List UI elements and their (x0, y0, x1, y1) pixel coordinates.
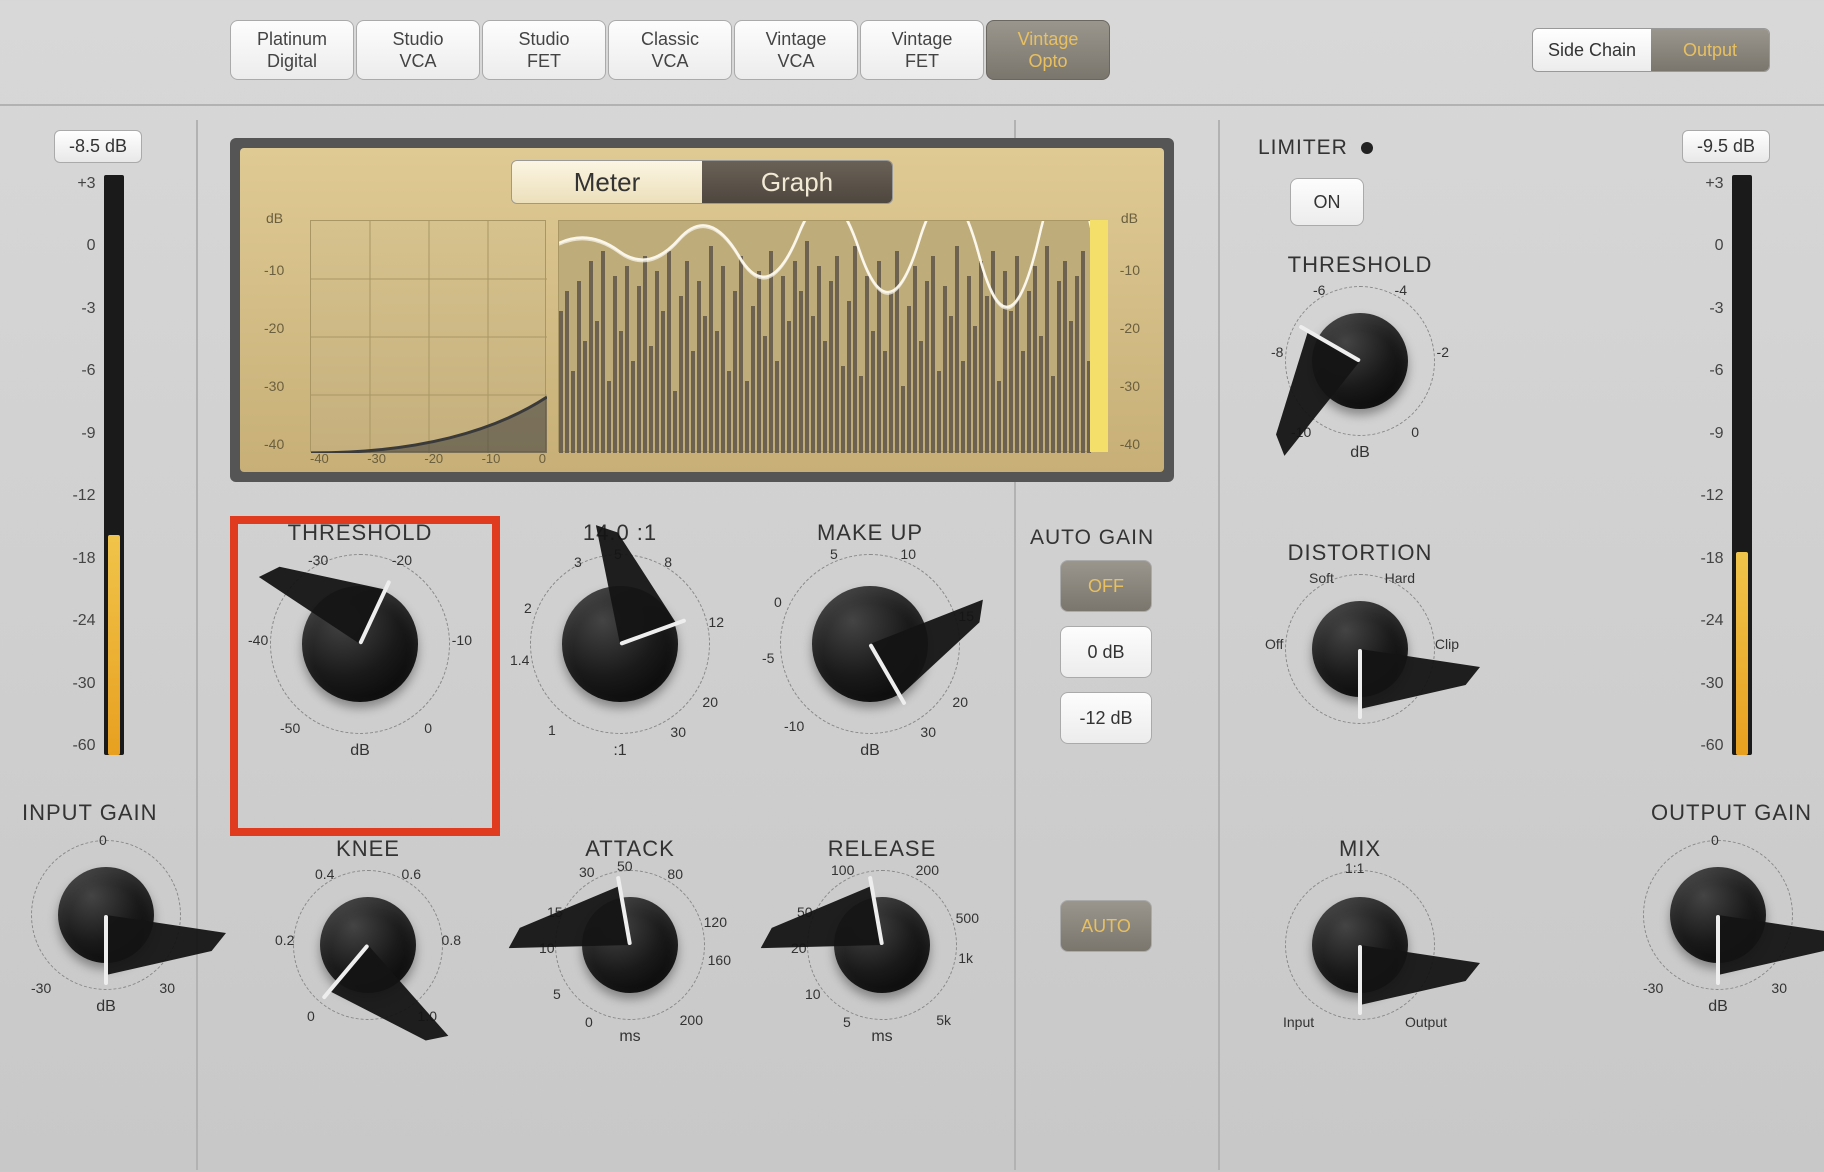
input-meter-bar (104, 175, 124, 755)
io-toggle: Side Chain Output (1532, 28, 1770, 72)
threshold-label: THRESHOLD (250, 520, 470, 546)
threshold-unit: dB (250, 742, 470, 760)
limiter-threshold-knob[interactable]: THRESHOLD -6 -4 -8 -2 -10 0 dB (1250, 252, 1470, 462)
input-meter: -8.5 dB +30 -3-6 -9-12 -18-24 -30-60 (28, 130, 168, 755)
curve-plot (310, 220, 546, 452)
output-gain-label: OUTPUT GAIN (1651, 800, 1812, 826)
io-output[interactable]: Output (1651, 29, 1769, 71)
auto-gain-auto-button[interactable]: AUTO (1060, 900, 1152, 952)
limiter-led-icon (1361, 142, 1373, 154)
distortion-knob[interactable]: DISTORTION Soft Hard Off Clip (1250, 540, 1470, 732)
auto-gain-minus12-button[interactable]: -12 dB (1060, 692, 1152, 744)
limiter-label: LIMITER (1258, 136, 1373, 160)
makeup-knob[interactable]: MAKE UP 5 10 0 15 -5 20 -10 30 dB (760, 520, 980, 760)
preset-vintage-vca[interactable]: Vintage VCA (734, 20, 858, 80)
display-left-axis: -10 -20 -30 -40 (264, 220, 288, 452)
preset-bar: Platinum Digital Studio VCA Studio FET C… (230, 20, 1110, 80)
preset-studio-vca[interactable]: Studio VCA (356, 20, 480, 80)
preset-vintage-fet[interactable]: Vintage FET (860, 20, 984, 80)
display-right-axis: -10 -20 -30 -40 (1112, 220, 1140, 452)
makeup-label: MAKE UP (760, 520, 980, 546)
knee-label: KNEE (258, 836, 478, 862)
preset-platinum-digital[interactable]: Platinum Digital (230, 20, 354, 80)
output-meter: -9.5 dB +30 -3-6 -9-12 -18-24 -30-60 (1656, 130, 1796, 755)
preset-studio-fet[interactable]: Studio FET (482, 20, 606, 80)
waveform-plot (558, 220, 1094, 452)
io-side-chain[interactable]: Side Chain (1533, 29, 1651, 71)
reduction-strip (1090, 220, 1108, 452)
preset-vintage-opto[interactable]: Vintage Opto (986, 20, 1110, 80)
release-unit: ms (772, 1028, 992, 1046)
knee-knob[interactable]: KNEE 0.4 0.6 0.2 0.8 0 1.0 (258, 836, 478, 1028)
release-knob[interactable]: RELEASE 100 200 50 500 20 1k 10 5 5k ms (772, 836, 992, 1046)
output-meter-scale: +30 -3-6 -9-12 -18-24 -30-60 (1700, 175, 1723, 755)
input-gain-knob[interactable]: 0 -30 30 dB (0, 832, 216, 1016)
ratio-knob[interactable]: 14.0 :1 5 3 8 2 12 1.4 20 1 30 :1 (510, 520, 730, 760)
input-gain-unit: dB (0, 998, 216, 1016)
attack-knob[interactable]: ATTACK 50 30 80 15 120 10 160 5 0 200 ms (520, 836, 740, 1046)
limiter-on-button[interactable]: ON (1290, 178, 1364, 226)
mix-label: MIX (1250, 836, 1470, 862)
curve-plot-x-ticks: -40-30 -20-10 0 (310, 451, 546, 466)
auto-gain-off-button[interactable]: OFF (1060, 560, 1152, 612)
display-panel: Meter Graph dB dB -10 -20 -30 -40 -10 -2… (230, 138, 1174, 482)
auto-gain-label: AUTO GAIN (1030, 526, 1154, 550)
threshold-knob[interactable]: THRESHOLD -30 -20 -40 -10 -50 0 dB (250, 520, 470, 760)
display-tab-graph[interactable]: Graph (702, 161, 892, 203)
distortion-label: DISTORTION (1250, 540, 1470, 566)
output-meter-readout: -9.5 dB (1682, 130, 1770, 163)
makeup-unit: dB (760, 742, 980, 760)
mix-knob[interactable]: MIX 1:1 Input Output (1250, 836, 1470, 1028)
ratio-unit: :1 (510, 742, 730, 760)
input-meter-readout: -8.5 dB (54, 130, 142, 163)
limiter-threshold-label: THRESHOLD (1250, 252, 1470, 278)
release-label: RELEASE (772, 836, 992, 862)
input-meter-scale: +30 -3-6 -9-12 -18-24 -30-60 (72, 175, 95, 755)
output-gain-unit: dB (1608, 998, 1824, 1016)
output-meter-bar (1732, 175, 1752, 755)
output-gain-knob[interactable]: 0 -30 30 dB (1608, 832, 1824, 1016)
input-gain-label: INPUT GAIN (22, 800, 158, 826)
preset-classic-vca[interactable]: Classic VCA (608, 20, 732, 80)
auto-gain-0db-button[interactable]: 0 dB (1060, 626, 1152, 678)
display-tab-meter[interactable]: Meter (512, 161, 702, 203)
attack-unit: ms (520, 1028, 740, 1046)
